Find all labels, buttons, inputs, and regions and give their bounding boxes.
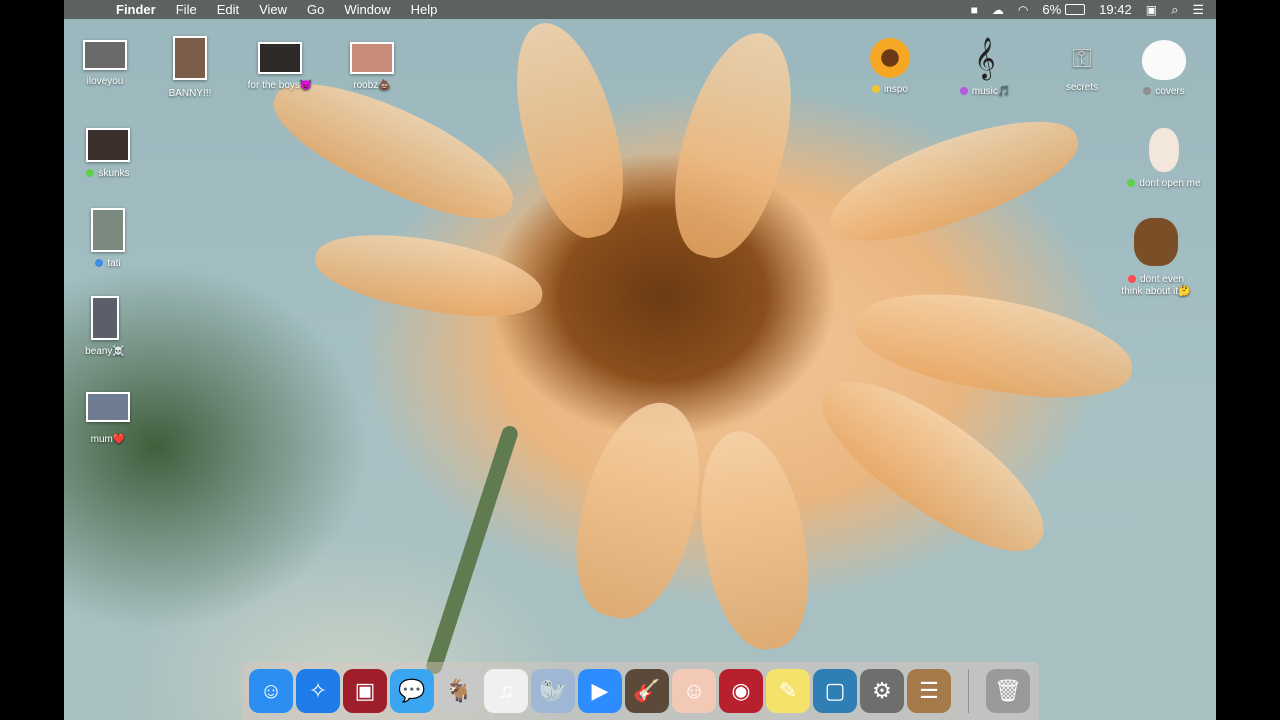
- red-tag-icon: [1128, 275, 1137, 284]
- sunflower-icon: [870, 38, 910, 78]
- stickies-icon[interactable]: ✎: [766, 669, 810, 713]
- photo-thumbnail: [173, 36, 207, 80]
- menu-window[interactable]: Window: [334, 0, 400, 19]
- green-tag-icon: [1127, 179, 1136, 188]
- menu-edit[interactable]: Edit: [207, 0, 249, 19]
- menu-help[interactable]: Help: [401, 0, 448, 19]
- photo-thumbnail: [83, 40, 127, 70]
- photo-thumbnail: [91, 296, 119, 340]
- screen-mirroring-icon[interactable]: ▣: [1146, 3, 1157, 17]
- creative-cloud-icon[interactable]: ☁: [992, 3, 1004, 17]
- desktop-item-label: dont even think about it🤔: [1121, 274, 1191, 297]
- desktop-item-label: tati: [58, 258, 158, 269]
- desktop-folder-dont-even-think[interactable]: dont even think about it🤔: [1106, 218, 1206, 298]
- desktop-folder-dont-open-me[interactable]: dont open me: [1114, 128, 1214, 189]
- finder-icon[interactable]: ☺: [249, 669, 293, 713]
- seal-app-icon[interactable]: 🦭: [531, 669, 575, 713]
- desktop-item-label: roobz💩: [353, 80, 391, 91]
- desktop-folder-inspo[interactable]: inspo: [840, 38, 940, 95]
- photo-booth-icon[interactable]: ▣: [343, 669, 387, 713]
- photo-thumbnail: [86, 392, 130, 422]
- desktop-item-skunks[interactable]: skunks: [58, 128, 158, 179]
- desktop-item-label: beany☠️: [85, 346, 125, 357]
- desktop-item-for-the-boys[interactable]: for the boys😈: [230, 42, 330, 91]
- messages-icon[interactable]: 💬: [390, 669, 434, 713]
- photo-thumbnail: [91, 208, 125, 252]
- desktop-item-label: for the boys😈: [247, 80, 313, 91]
- menu-go[interactable]: Go: [297, 0, 334, 19]
- key-icon: ⚿: [1072, 43, 1092, 73]
- clock[interactable]: 19:42: [1099, 2, 1132, 17]
- desktop-item-roobz[interactable]: roobz💩: [322, 42, 422, 91]
- photo-thumbnail: [86, 128, 130, 162]
- preview-icon[interactable]: ▢: [813, 669, 857, 713]
- app-menu-finder[interactable]: Finder: [106, 0, 166, 19]
- goat-app-icon[interactable]: 🐐: [437, 669, 481, 713]
- photo-thumbnail: [350, 42, 394, 74]
- photo-app-icon[interactable]: ◉: [719, 669, 763, 713]
- battery-percent[interactable]: 6%: [1042, 2, 1061, 17]
- menu-view[interactable]: View: [249, 0, 297, 19]
- face-app-icon[interactable]: ☺: [672, 669, 716, 713]
- photo-thumbnail: [258, 42, 302, 74]
- desktop-item-label: inspo: [840, 84, 940, 95]
- wifi-icon[interactable]: ◠: [1018, 3, 1028, 17]
- garageband-icon[interactable]: 🎸: [625, 669, 669, 713]
- rabbit-sticker-icon: [1149, 128, 1179, 172]
- zoom-icon[interactable]: ▶: [578, 669, 622, 713]
- system-preferences-icon[interactable]: ⚙: [860, 669, 904, 713]
- green-tag-icon: [86, 169, 95, 178]
- desktop-wallpaper: [64, 0, 1216, 720]
- dock-separator: [968, 669, 969, 713]
- dock: ☺ ✧ ▣ 💬 🐐 ♫ 🦭 ▶ 🎸 ☺ ◉ ✎ ▢ ⚙ ☰ 🗑: [241, 662, 1039, 720]
- safari-icon[interactable]: ✧: [296, 669, 340, 713]
- desktop-item-label: music🎵: [935, 86, 1035, 97]
- itunes-icon[interactable]: ♫: [484, 669, 528, 713]
- battery-icon[interactable]: [1065, 4, 1086, 15]
- purple-tag-icon: [959, 87, 968, 96]
- desktop-item-label: skunks: [58, 168, 158, 179]
- gray-tag-icon: [1143, 87, 1152, 96]
- bunny-icon: [1142, 40, 1186, 80]
- desktop-item-label: covers: [1114, 86, 1214, 97]
- yellow-tag-icon: [872, 85, 881, 94]
- treble-clef-icon: 𝄞: [974, 37, 996, 78]
- desktop-item-label: BANNY!!!: [168, 88, 212, 99]
- desktop-folder-covers[interactable]: covers: [1114, 40, 1214, 97]
- desktop-item-mum[interactable]: mum❤️: [58, 392, 158, 445]
- lion-icon: [1134, 218, 1178, 266]
- desktop-item-beany[interactable]: beany☠️: [55, 296, 155, 357]
- desktop-item-tati[interactable]: tati: [58, 208, 158, 269]
- contacts-icon[interactable]: ☰: [907, 669, 951, 713]
- camera-status-icon[interactable]: ■: [971, 3, 978, 17]
- menu-bar: Finder File Edit View Go Window Help ■ ☁…: [64, 0, 1216, 19]
- desktop-item-label: dont open me: [1114, 178, 1214, 189]
- menu-file[interactable]: File: [166, 0, 207, 19]
- desktop-item-banny[interactable]: BANNY!!!: [140, 36, 240, 99]
- desktop-item-label: mum❤️: [90, 434, 126, 445]
- trash-icon[interactable]: 🗑: [986, 669, 1030, 713]
- spotlight-search-icon[interactable]: ⌕: [1171, 2, 1178, 18]
- desktop-folder-music[interactable]: 𝄞 music🎵: [935, 36, 1035, 97]
- blue-tag-icon: [95, 259, 104, 268]
- notification-center-icon[interactable]: ☰: [1192, 2, 1204, 18]
